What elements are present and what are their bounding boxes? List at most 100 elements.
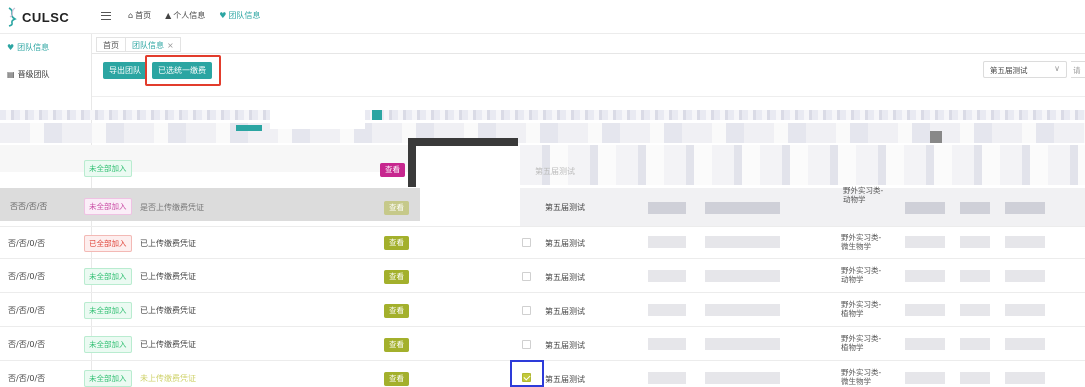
row-checkbox[interactable] bbox=[522, 340, 531, 349]
view-button[interactable]: 查看 bbox=[380, 163, 405, 177]
major-cell: 野外实习类- 微生物学 bbox=[841, 368, 881, 386]
status-badge: 未全部加入 bbox=[84, 370, 132, 387]
status-badge: 已全部加入 bbox=[84, 235, 132, 252]
major-cell: 野外实习类- 动物学 bbox=[843, 186, 883, 204]
major-line: 野外实习类- bbox=[843, 186, 884, 195]
redacted-cell bbox=[648, 236, 686, 248]
proof-cell: 是否上传缴费凭证 bbox=[140, 203, 204, 212]
major-line: 动物学 bbox=[843, 195, 866, 204]
redacted-cell bbox=[1005, 372, 1045, 384]
sidebar-item-team-info[interactable]: ♥ 团队信息 bbox=[7, 42, 49, 53]
session-cell: 第五届测试 bbox=[545, 239, 585, 248]
flags-cell: 否/否/0/否 bbox=[8, 306, 46, 315]
redacted-cell bbox=[960, 372, 990, 384]
tab-bar: 首页 团队信息 × bbox=[92, 34, 1085, 54]
view-button[interactable]: 查看 bbox=[384, 338, 409, 352]
major-line: 野外实习类- bbox=[841, 334, 882, 343]
export-team-button[interactable]: 导出团队 bbox=[103, 62, 147, 79]
view-button[interactable]: 查看 bbox=[384, 372, 409, 386]
redacted-cell bbox=[705, 236, 780, 248]
redacted-cell bbox=[648, 304, 686, 316]
redacted-cell bbox=[960, 338, 990, 350]
top-nav-profile-label: 个人信息 bbox=[173, 11, 206, 20]
major-cell: 野外实习类- 微生物学 bbox=[841, 233, 881, 251]
top-nav-team-label: 团队信息 bbox=[228, 11, 261, 20]
dna-logo-icon bbox=[8, 7, 17, 27]
session-cell: 第五届测试 bbox=[545, 273, 585, 282]
redacted-cell bbox=[1005, 202, 1045, 214]
status-badge: 未全部加入 bbox=[84, 160, 132, 177]
redacted-cell bbox=[905, 270, 945, 282]
redacted-cell bbox=[905, 202, 945, 214]
top-nav-home[interactable]: ⌂ 首页 bbox=[128, 10, 151, 21]
major-line: 植物学 bbox=[841, 309, 864, 318]
redacted-cell bbox=[905, 304, 945, 316]
redacted-cell bbox=[705, 304, 780, 316]
redacted-cell bbox=[960, 304, 990, 316]
status-badge: 未全部加入 bbox=[84, 198, 132, 215]
major-line: 微生物学 bbox=[841, 242, 871, 251]
highlight-frame bbox=[510, 360, 544, 387]
top-nav: ⌂ 首页 ▲ 个人信息 ♥ 团队信息 bbox=[128, 10, 260, 21]
status-badge: 未全部加入 bbox=[84, 302, 132, 319]
render-artifact-block bbox=[408, 138, 518, 146]
grid-icon: ▤ bbox=[7, 70, 15, 79]
render-artifact-block bbox=[270, 107, 365, 129]
tab-team-info[interactable]: 团队信息 × bbox=[125, 37, 181, 52]
sidebar-item-label: 团队信息 bbox=[17, 43, 50, 52]
major-line: 野外实习类- bbox=[841, 368, 882, 377]
view-button[interactable]: 查看 bbox=[384, 201, 409, 215]
close-icon[interactable]: × bbox=[167, 41, 174, 50]
view-button[interactable]: 查看 bbox=[384, 236, 409, 250]
tab-label: 首页 bbox=[103, 41, 119, 50]
major-line: 植物学 bbox=[841, 343, 864, 352]
redacted-cell bbox=[648, 202, 686, 214]
view-button[interactable]: 查看 bbox=[384, 304, 409, 318]
redacted-cell bbox=[705, 372, 780, 384]
redacted-cell bbox=[960, 236, 990, 248]
status-badge: 未全部加入 bbox=[84, 268, 132, 285]
major-line: 野外实习类- bbox=[841, 300, 882, 309]
render-artifact-block bbox=[236, 125, 262, 131]
redacted-cell bbox=[1005, 236, 1045, 248]
session-cell: 第五届测试 bbox=[545, 203, 585, 212]
user-icon: ▲ bbox=[165, 11, 172, 20]
row-checkbox[interactable] bbox=[522, 306, 531, 315]
major-line: 微生物学 bbox=[841, 377, 871, 386]
search-input[interactable]: 请 bbox=[1071, 61, 1085, 78]
redacted-cell bbox=[905, 338, 945, 350]
tab-label: 团队信息 bbox=[132, 41, 164, 50]
render-artifact-band bbox=[0, 145, 408, 172]
redacted-cell bbox=[705, 338, 780, 350]
row-divider bbox=[0, 258, 1085, 259]
redacted-cell bbox=[1005, 338, 1045, 350]
row-checkbox[interactable] bbox=[522, 272, 531, 281]
session-cell: 第五届测试 bbox=[535, 167, 575, 176]
session-cell: 第五届测试 bbox=[545, 341, 585, 350]
session-cell: 第五届测试 bbox=[545, 375, 585, 384]
top-nav-profile[interactable]: ▲ 个人信息 bbox=[165, 10, 205, 21]
session-select[interactable]: 第五届测试 ∨ bbox=[983, 61, 1067, 78]
app-logo[interactable]: CULSC bbox=[6, 6, 69, 28]
redacted-cell bbox=[648, 372, 686, 384]
major-line: 野外实习类- bbox=[841, 266, 882, 275]
status-badge: 未全部加入 bbox=[84, 336, 132, 353]
sidebar-item-promoted-teams[interactable]: ▤ 晋级团队 bbox=[7, 69, 50, 80]
chevron-down-icon: ∨ bbox=[1054, 64, 1060, 73]
team-icon: ♥ bbox=[219, 11, 227, 20]
render-artifact-band bbox=[0, 110, 1085, 120]
session-cell: 第五届测试 bbox=[545, 307, 585, 316]
flags-cell: 否/否/0/否 bbox=[8, 340, 46, 349]
sidebar-item-label: 晋级团队 bbox=[17, 70, 50, 79]
flags-cell: 否/否/0/否 bbox=[8, 272, 46, 281]
flags-cell: 否/否/0/否 bbox=[8, 239, 46, 248]
render-artifact-band bbox=[520, 188, 1085, 226]
tab-home[interactable]: 首页 bbox=[96, 37, 126, 52]
highlight-frame bbox=[145, 55, 221, 86]
top-nav-team[interactable]: ♥ 团队信息 bbox=[219, 10, 260, 21]
row-checkbox[interactable] bbox=[522, 238, 531, 247]
view-button[interactable]: 查看 bbox=[384, 270, 409, 284]
top-nav-home-label: 首页 bbox=[135, 11, 152, 20]
major-cell: 野外实习类- 植物学 bbox=[841, 300, 881, 318]
menu-toggle-icon[interactable] bbox=[101, 12, 111, 20]
